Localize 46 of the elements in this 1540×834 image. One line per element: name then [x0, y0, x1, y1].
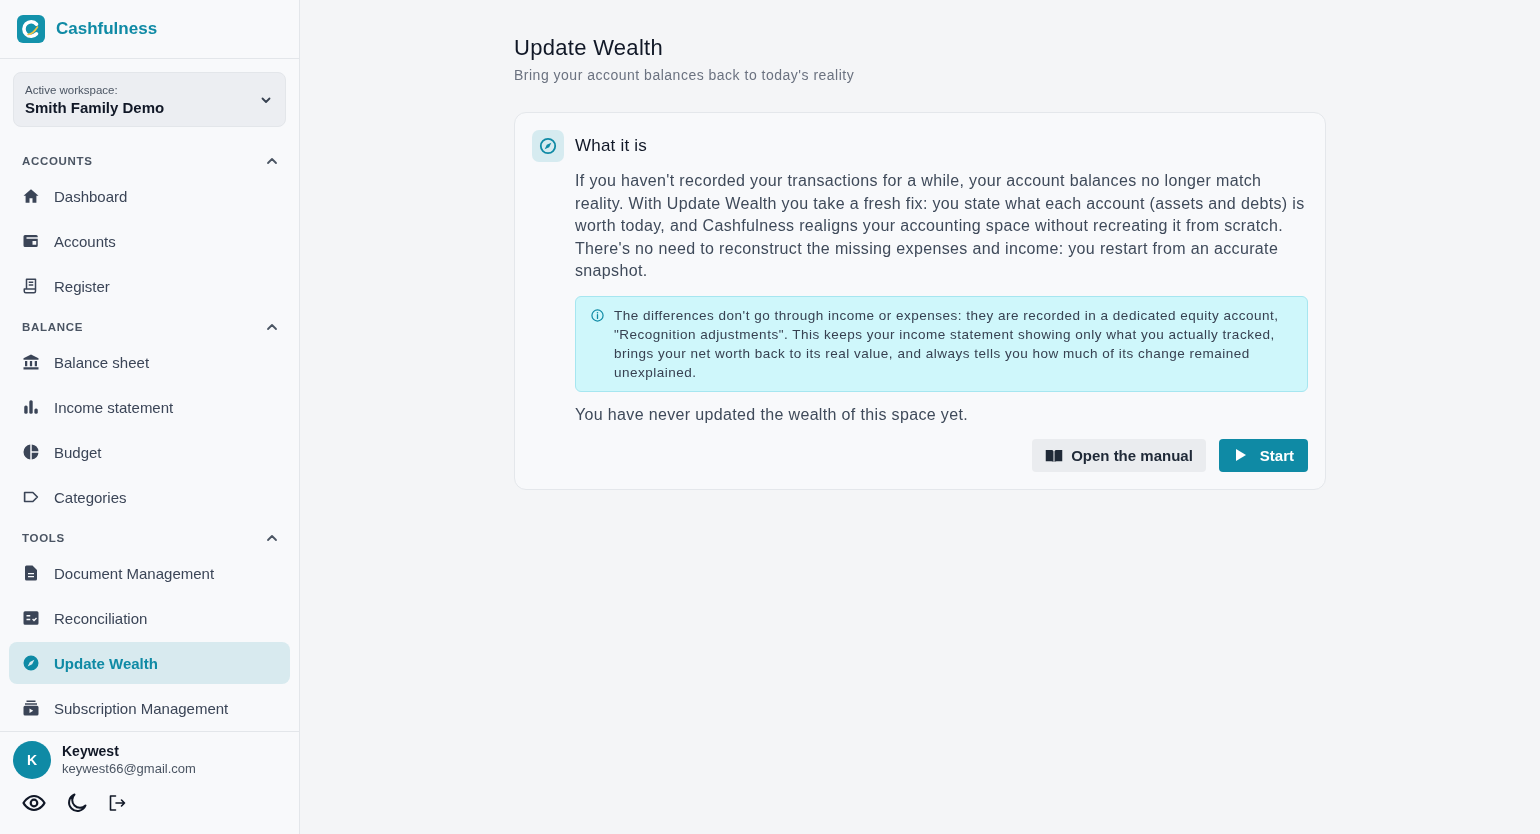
checklist-icon [22, 609, 40, 627]
document-icon [22, 564, 40, 582]
nav-item[interactable]: Subscription Management [9, 687, 290, 729]
callout-text: The differences don't go through income or expenses: they are recorded in a dedicated equity account, "Recognition adjustments". This keeps your income statement showing only what you actually tracked, brings your net worth back to its real value, and always tells you how much of its change remained unexplained. [614, 306, 1280, 382]
info-icon [591, 308, 604, 322]
start-button[interactable]: Start [1218, 438, 1308, 472]
chevron-icon[interactable] [266, 532, 278, 544]
book-icon [1045, 447, 1064, 463]
user-avatar: K [13, 741, 51, 779]
home-icon [22, 187, 40, 205]
wallet-icon [22, 232, 40, 250]
nav-item[interactable]: Budget [9, 431, 290, 473]
pie-chart-icon [22, 443, 40, 461]
bar-chart-icon [22, 398, 40, 416]
logo-icon [17, 15, 45, 43]
section-title: TOOLS [22, 532, 65, 544]
page-subtitle: Bring your account balances back to today's reality [514, 66, 856, 85]
user-email: keywest66@gmail.com [62, 760, 196, 777]
workspace-selector[interactable]: Active workspace: Smith Family Demo [13, 72, 286, 127]
chevron-icon[interactable] [266, 155, 278, 167]
nav-item[interactable]: Balance sheet [9, 341, 290, 383]
user-name: Keywest [62, 743, 120, 760]
bank-icon [22, 353, 40, 371]
play-icon [1235, 449, 1246, 461]
stack-icon [22, 699, 40, 717]
nav-item[interactable]: Categories [9, 476, 290, 518]
description-text: If you haven't recorded your transactions for a while, your account balances no longer match reality. With Update Wealth you take a fresh fix: you state what each account (assets and debts) is worth today, and Cashfulness realigns your accounting space without recreating it from scratch. There's no need to reconstruct the missing expenses and income: you restart from an accurate snapshot. [575, 171, 1306, 281]
eye-icon[interactable] [22, 794, 46, 812]
page-title: Update Wealth [514, 34, 665, 62]
brand-name: Cashfulness [56, 19, 158, 39]
moon-icon[interactable] [66, 792, 88, 814]
nav-item[interactable]: Document Management [9, 552, 290, 594]
section-title: ACCOUNTS [22, 155, 93, 167]
logout-icon[interactable] [108, 794, 126, 812]
nav-item[interactable]: Reconciliation [9, 597, 290, 639]
compass-icon [532, 130, 564, 162]
status-text: You have never updated the wealth of this space yet. [575, 404, 969, 425]
compass-icon [22, 654, 40, 672]
nav-item[interactable]: Register [9, 265, 290, 307]
card-title: What it is [575, 136, 647, 156]
chevron-icon[interactable] [266, 321, 278, 333]
nav-item[interactable]: Dashboard [9, 175, 290, 217]
nav-item[interactable]: Income statement [9, 386, 290, 428]
nav-item[interactable]: Accounts [9, 220, 290, 262]
manual-button[interactable]: Open the manual [1032, 438, 1206, 472]
section-title: BALANCE [22, 321, 84, 333]
